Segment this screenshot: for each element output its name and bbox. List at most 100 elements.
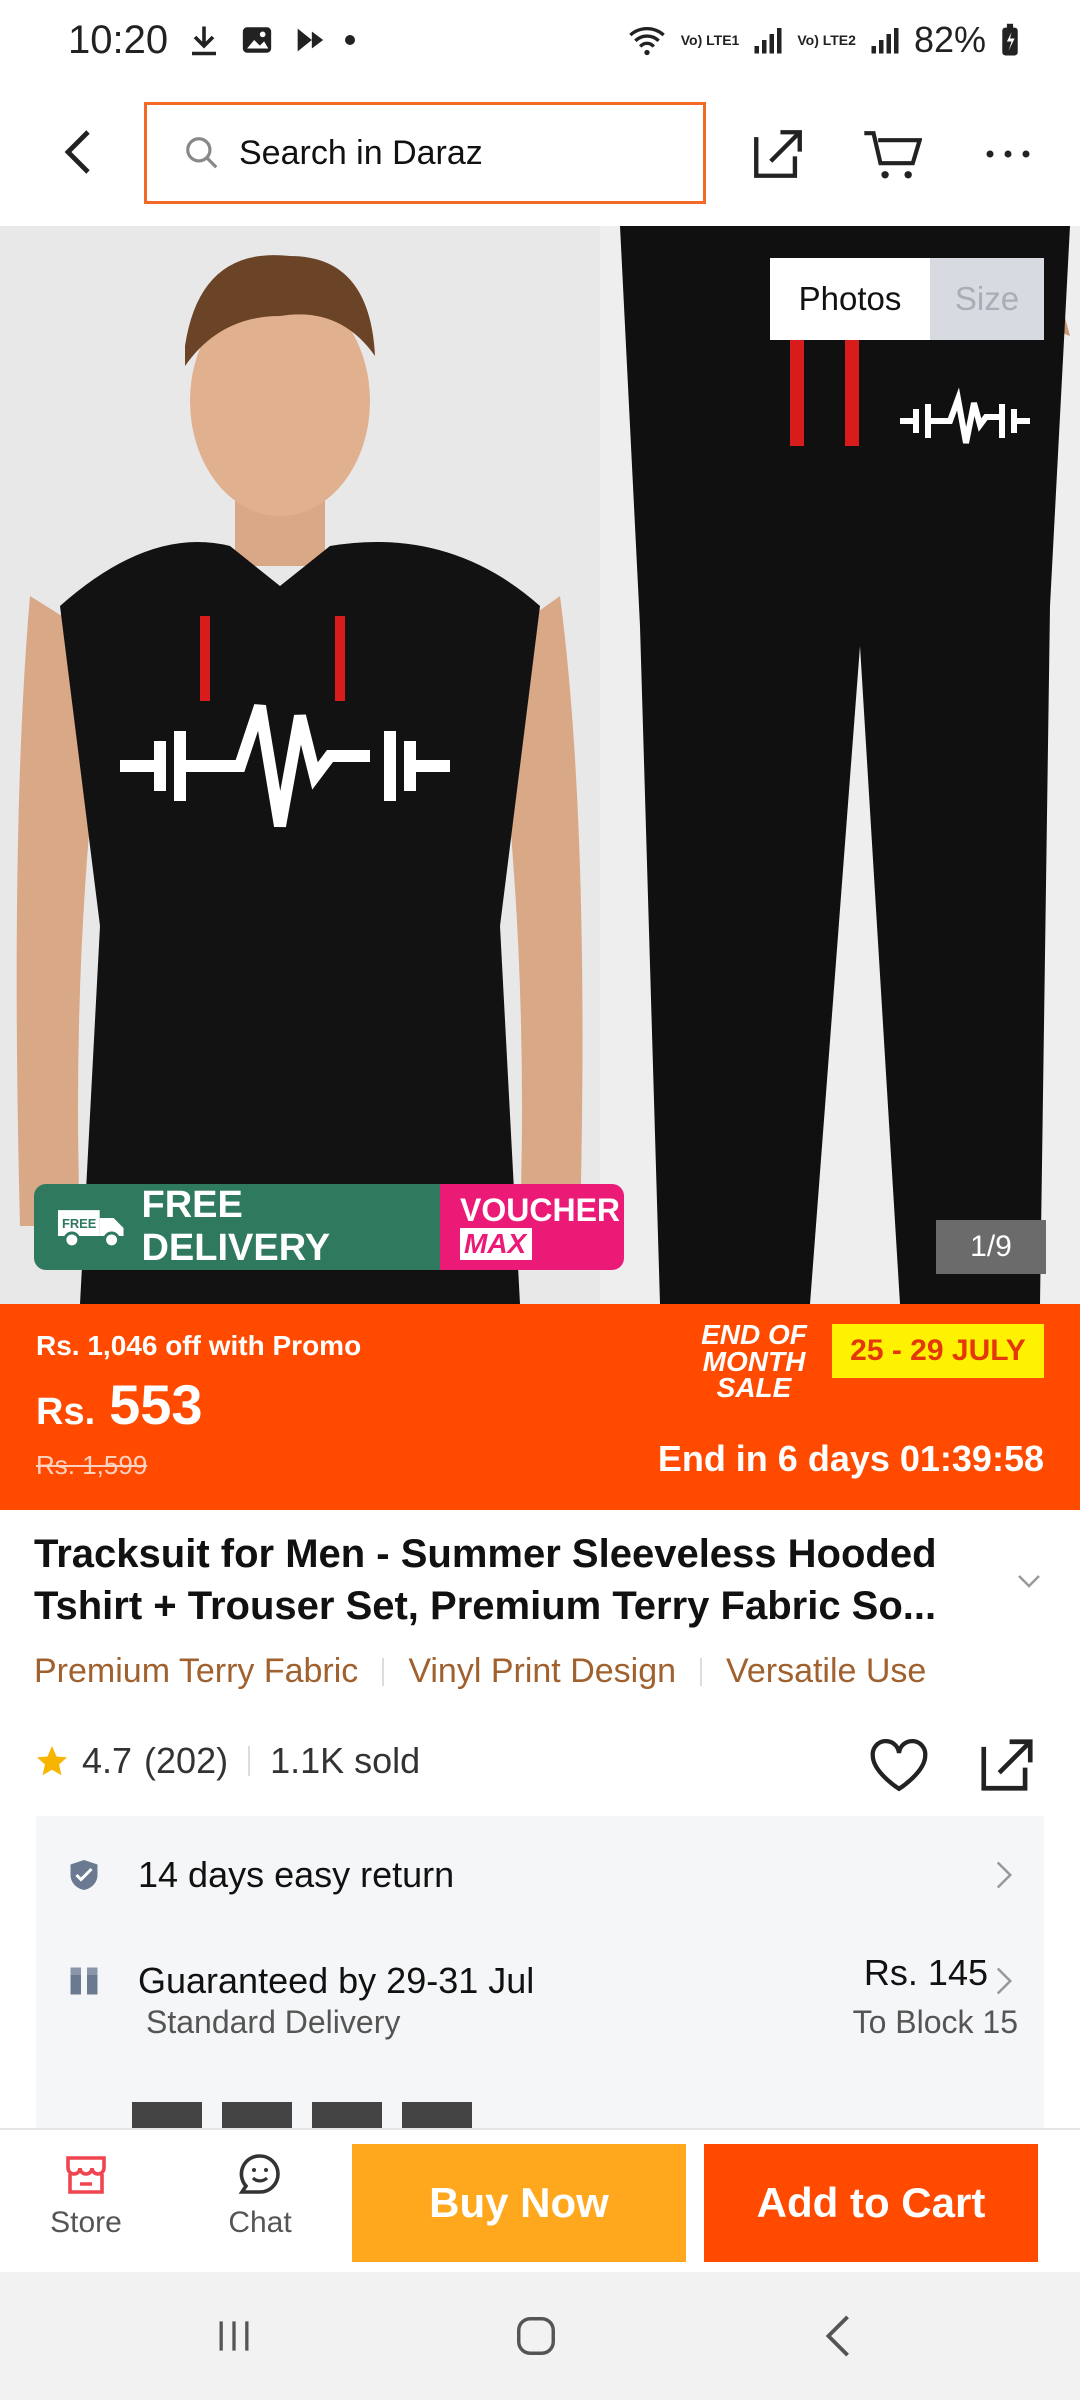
voucher-max-badge: VOUCHER MAX — [440, 1184, 624, 1270]
more-icon — [986, 150, 1030, 158]
variant-thumbnail[interactable] — [312, 2102, 382, 2128]
variant-thumbnail[interactable] — [222, 2102, 292, 2128]
sale-countdown: End in 6 days 01:39:58 — [657, 1438, 1044, 1479]
battery-percent: 82% — [913, 19, 986, 60]
delivery-fee: Rs. 145 — [863, 1952, 988, 1993]
feature-tags: Premium Terry Fabric Vinyl Print Design … — [34, 1652, 926, 1691]
gallery-mode-toggle: Photos Size — [770, 258, 1044, 340]
back-button[interactable] — [48, 122, 108, 182]
service-info-card: 14 days easy return Guaranteed by 29-31 … — [36, 1816, 1044, 2128]
promo-text: Rs. 1,046 off with Promo — [36, 1330, 362, 1361]
free-mini-label: FREE — [62, 1216, 97, 1231]
delivery-destination: To Block 15 — [852, 2004, 1018, 2040]
sale-campaign-label: END OF MONTH SALE — [684, 1319, 824, 1404]
image-counter: 1/9 — [936, 1220, 1046, 1274]
share-icon — [754, 130, 802, 178]
store-button[interactable]: Store — [26, 2150, 146, 2240]
battery-icon — [1000, 23, 1020, 57]
sim2-label: Vo) LTE2 — [797, 32, 856, 48]
product-photo-hoodie — [0, 226, 600, 1304]
store-icon — [66, 2156, 106, 2194]
return-policy-text: 14 days easy return — [138, 1854, 455, 1895]
status-left: 10:20 — [68, 18, 356, 63]
more-button[interactable] — [978, 124, 1038, 184]
delivery-guarantee-text: Guaranteed by 29-31 Jul — [138, 1960, 535, 2001]
rating-value: 4.7 — [82, 1740, 133, 1781]
status-time: 10:20 — [68, 17, 169, 62]
buy-now-button[interactable]: Buy Now — [352, 2144, 686, 2262]
delivery-type: Standard Delivery — [146, 2004, 401, 2040]
tab-photos[interactable]: Photos — [770, 258, 930, 340]
variant-thumbnails[interactable] — [132, 2102, 472, 2128]
cart-button[interactable] — [862, 124, 922, 184]
price-amount: 553 — [109, 1373, 203, 1436]
max-label: MAX — [460, 1228, 532, 1260]
tab-size[interactable]: Size — [930, 258, 1044, 340]
heart-icon[interactable] — [868, 1736, 930, 1794]
promo-badge: FREE FREE DELIVERY VOUCHER MAX — [34, 1184, 624, 1270]
free-delivery-badge: FREE FREE DELIVERY — [34, 1184, 440, 1270]
search-box[interactable] — [144, 102, 706, 204]
search-icon — [186, 137, 218, 169]
back-arrow-icon — [825, 2315, 849, 2357]
back-icon — [64, 130, 90, 174]
dot-icon — [344, 34, 356, 46]
gallery-icon — [240, 23, 274, 57]
package-icon — [70, 1967, 98, 1995]
shield-check-icon — [70, 1860, 98, 1890]
variant-thumbnail[interactable] — [132, 2102, 202, 2128]
product-photo-trouser — [600, 226, 1080, 1304]
divider — [382, 1657, 385, 1686]
chat-icon — [238, 2154, 280, 2194]
return-policy-row[interactable]: 14 days easy return — [66, 1854, 1014, 1896]
review-count: (202) — [144, 1740, 229, 1781]
store-label: Store — [50, 2206, 122, 2239]
feature-tag: Versatile Use — [726, 1652, 927, 1690]
home-icon — [517, 2317, 555, 2355]
chat-label: Chat — [228, 2206, 292, 2239]
cart-icon — [864, 131, 922, 179]
price-row: Rs. 553 — [36, 1372, 203, 1437]
bottom-action-bar: Store Chat Buy Now Add to Cart — [0, 2128, 1080, 2272]
original-price: Rs. 1,599 — [36, 1450, 148, 1480]
sale-dates: 25 - 29 JULY — [832, 1324, 1044, 1378]
star-icon — [37, 1746, 67, 1776]
signal-icon — [753, 25, 783, 55]
wifi-icon — [627, 23, 667, 57]
add-to-cart-button[interactable]: Add to Cart — [704, 2144, 1038, 2262]
product-title: Tracksuit for Men - Summer Sleeveless Ho… — [34, 1532, 937, 1628]
feature-tag: Vinyl Print Design — [408, 1652, 677, 1690]
voucher-label: VOUCHER — [460, 1192, 621, 1228]
download-icon — [186, 22, 222, 58]
recent-apps-button[interactable] — [204, 2306, 264, 2366]
chevron-right-icon — [996, 1967, 1013, 1995]
system-nav-bar — [0, 2272, 1080, 2400]
divider — [700, 1657, 703, 1686]
status-bar: 10:20 Vo) LTE1 Vo) LTE2 82% — [0, 0, 1080, 80]
price-currency: Rs. — [36, 1391, 96, 1433]
sim1-label: Vo) LTE1 — [680, 32, 740, 48]
chat-button[interactable]: Chat — [200, 2150, 320, 2240]
free-delivery-label: FREE DELIVERY — [141, 1184, 331, 1269]
sale-label-line1: END OF — [701, 1319, 807, 1350]
sold-count: 1.1K sold — [270, 1740, 421, 1781]
chevron-right-icon — [996, 1861, 1013, 1889]
variant-thumbnail[interactable] — [402, 2102, 472, 2128]
home-button[interactable] — [506, 2306, 566, 2366]
delivery-truck-icon: FREE — [57, 1210, 124, 1249]
back-nav-button[interactable] — [808, 2306, 868, 2366]
product-gallery[interactable]: Photos Size FREE FREE DELIVERY VOUCHER M… — [0, 226, 1080, 1304]
search-input[interactable] — [239, 133, 659, 173]
rating-row[interactable]: 4.7 (202) 1.1K sold — [34, 1740, 420, 1782]
top-bar — [0, 80, 1080, 226]
share-icon[interactable] — [976, 1734, 1038, 1796]
media-app-icon — [292, 23, 326, 57]
chevron-down-icon[interactable] — [1014, 1566, 1044, 1596]
signal-icon — [870, 25, 900, 55]
feature-tag: Premium Terry Fabric — [34, 1652, 359, 1690]
share-button[interactable] — [748, 124, 808, 184]
recent-apps-icon — [219, 2321, 249, 2351]
divider — [248, 1746, 251, 1776]
sale-label-line2: MONTH SALE — [702, 1345, 806, 1404]
status-right: Vo) LTE1 Vo) LTE2 82% — [627, 19, 1020, 61]
